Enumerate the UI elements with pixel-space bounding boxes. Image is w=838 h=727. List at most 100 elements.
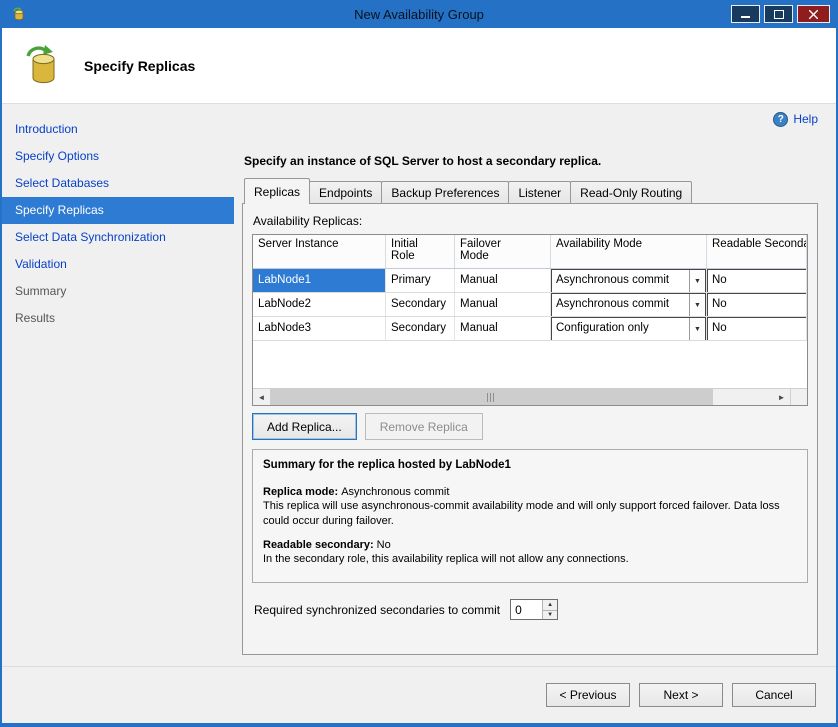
- replicas-tab-panel: Availability Replicas: Server Instance I…: [242, 203, 818, 655]
- column-header-server-instance[interactable]: Server Instance: [253, 235, 386, 268]
- cell-availability-mode: Configuration only ▼: [551, 317, 707, 340]
- minimize-button[interactable]: [731, 5, 760, 23]
- table-row[interactable]: LabNode2 Secondary Manual Asynchronous c…: [253, 293, 807, 317]
- scroll-thumb-grip-icon: [487, 393, 495, 402]
- app-icon: [10, 6, 26, 22]
- chevron-down-icon[interactable]: ▼: [689, 318, 705, 340]
- scroll-thumb[interactable]: [270, 389, 713, 405]
- scroll-right-button[interactable]: ►: [773, 389, 790, 405]
- sidebar-item-validation[interactable]: Validation: [2, 251, 234, 278]
- column-header-failover-mode[interactable]: Failover Mode: [455, 235, 551, 268]
- cell-server-instance[interactable]: LabNode2: [253, 293, 386, 316]
- close-button[interactable]: [797, 5, 830, 23]
- cell-failover-mode[interactable]: Manual: [455, 293, 551, 316]
- table-row[interactable]: LabNode3 Secondary Manual Configuration …: [253, 317, 807, 341]
- grid-rows: LabNode1 Primary Manual Asynchronous com…: [253, 269, 807, 388]
- column-header-initial-role[interactable]: Initial Role: [386, 235, 455, 268]
- sidebar-item-specify-options[interactable]: Specify Options: [2, 143, 234, 170]
- tab-listener[interactable]: Listener: [508, 181, 571, 204]
- readable-secondary-description: In the secondary role, this availability…: [263, 552, 797, 566]
- window-title: New Availability Group: [2, 7, 836, 22]
- replica-mode-label: Replica mode:: [263, 486, 338, 498]
- availability-mode-combo[interactable]: Asynchronous commit ▼: [551, 269, 706, 292]
- sidebar-item-results: Results: [2, 305, 234, 332]
- readable-secondary-combo[interactable]: No ▼: [707, 293, 807, 316]
- sidebar-item-specify-replicas[interactable]: Specify Replicas: [2, 197, 234, 224]
- required-secondaries-input[interactable]: [511, 600, 542, 619]
- combo-value: No: [708, 294, 807, 316]
- combo-value: No: [708, 318, 807, 340]
- cell-initial-role[interactable]: Primary: [386, 269, 455, 292]
- cancel-button[interactable]: Cancel: [732, 683, 816, 707]
- window-controls: [731, 5, 830, 23]
- scrollbar-corner: [790, 389, 807, 405]
- replica-mode-description: This replica will use asynchronous-commi…: [263, 499, 797, 528]
- sidebar-item-select-data-sync[interactable]: Select Data Synchronization: [2, 224, 234, 251]
- close-icon: [809, 10, 818, 19]
- tab-strip: Replicas Endpoints Backup Preferences Li…: [244, 178, 818, 204]
- previous-button[interactable]: < Previous: [546, 683, 630, 707]
- required-secondaries-spinner[interactable]: ▲ ▼: [510, 599, 558, 620]
- wizard-header: Specify Replicas: [2, 28, 836, 104]
- scroll-left-button[interactable]: ◄: [253, 389, 270, 405]
- readable-secondary-combo[interactable]: No ▼: [707, 269, 807, 292]
- summary-panel: Summary for the replica hosted by LabNod…: [252, 449, 808, 583]
- spinner-down-icon[interactable]: ▼: [543, 610, 557, 620]
- spinner-up-icon[interactable]: ▲: [543, 600, 557, 610]
- combo-value: No: [708, 270, 807, 292]
- chevron-down-icon[interactable]: ▼: [689, 294, 705, 316]
- chevron-down-icon[interactable]: ▼: [689, 270, 705, 292]
- availability-replicas-label: Availability Replicas:: [253, 214, 808, 228]
- instruction-text: Specify an instance of SQL Server to hos…: [244, 154, 818, 168]
- remove-replica-button: Remove Replica: [365, 413, 483, 440]
- next-button[interactable]: Next >: [639, 683, 723, 707]
- cell-server-instance[interactable]: LabNode1: [253, 269, 386, 292]
- cell-server-instance[interactable]: LabNode3: [253, 317, 386, 340]
- replicas-grid: Server Instance Initial Role Failover Mo…: [252, 234, 808, 406]
- help-row: ? Help: [242, 110, 818, 128]
- cell-readable-secondary: No ▼: [707, 269, 807, 292]
- wizard-body: Introduction Specify Options Select Data…: [2, 104, 836, 666]
- cell-failover-mode[interactable]: Manual: [455, 317, 551, 340]
- wizard-steps-sidebar: Introduction Specify Options Select Data…: [2, 104, 234, 666]
- add-replica-button[interactable]: Add Replica...: [252, 413, 357, 440]
- availability-group-icon: [20, 43, 66, 89]
- sidebar-item-introduction[interactable]: Introduction: [2, 116, 234, 143]
- column-header-readable-secondary[interactable]: Readable Secondary: [707, 235, 807, 268]
- h-scrollbar[interactable]: ◄ ►: [253, 388, 807, 405]
- table-row[interactable]: LabNode1 Primary Manual Asynchronous com…: [253, 269, 807, 293]
- cell-failover-mode[interactable]: Manual: [455, 269, 551, 292]
- main-content: ? Help Specify an instance of SQL Server…: [234, 104, 836, 666]
- maximize-button[interactable]: [764, 5, 793, 23]
- cell-readable-secondary: No ▼: [707, 293, 807, 316]
- wizard-footer: < Previous Next > Cancel: [2, 666, 836, 723]
- column-header-availability-mode[interactable]: Availability Mode: [551, 235, 707, 268]
- sidebar-item-summary: Summary: [2, 278, 234, 305]
- cell-initial-role[interactable]: Secondary: [386, 317, 455, 340]
- cell-initial-role[interactable]: Secondary: [386, 293, 455, 316]
- readable-secondary-line: Readable secondary:No: [263, 538, 797, 552]
- tab-endpoints[interactable]: Endpoints: [309, 181, 382, 204]
- grid-header-row: Server Instance Initial Role Failover Mo…: [253, 235, 807, 269]
- summary-title: Summary for the replica hosted by LabNod…: [263, 458, 797, 473]
- readable-secondary-label: Readable secondary:: [263, 539, 374, 551]
- readable-secondary-combo[interactable]: No ▼: [707, 317, 807, 340]
- required-secondaries-label: Required synchronized secondaries to com…: [254, 603, 500, 617]
- maximize-icon: [774, 10, 784, 19]
- help-link[interactable]: Help: [793, 112, 818, 126]
- scroll-track[interactable]: [270, 389, 773, 405]
- page-title: Specify Replicas: [84, 58, 195, 74]
- tab-backup-preferences[interactable]: Backup Preferences: [381, 181, 509, 204]
- combo-value: Asynchronous commit: [552, 294, 689, 316]
- help-icon[interactable]: ?: [773, 112, 788, 127]
- tab-read-only-routing[interactable]: Read-Only Routing: [570, 181, 692, 204]
- cell-readable-secondary: No ▼: [707, 317, 807, 340]
- tab-replicas[interactable]: Replicas: [244, 178, 310, 204]
- replica-buttons-row: Add Replica... Remove Replica: [252, 413, 808, 440]
- sidebar-item-select-databases[interactable]: Select Databases: [2, 170, 234, 197]
- combo-value: Asynchronous commit: [552, 270, 689, 292]
- minimize-icon: [741, 10, 750, 19]
- titlebar[interactable]: New Availability Group: [2, 0, 836, 28]
- availability-mode-combo[interactable]: Asynchronous commit ▼: [551, 293, 706, 316]
- availability-mode-combo[interactable]: Configuration only ▼: [551, 317, 706, 340]
